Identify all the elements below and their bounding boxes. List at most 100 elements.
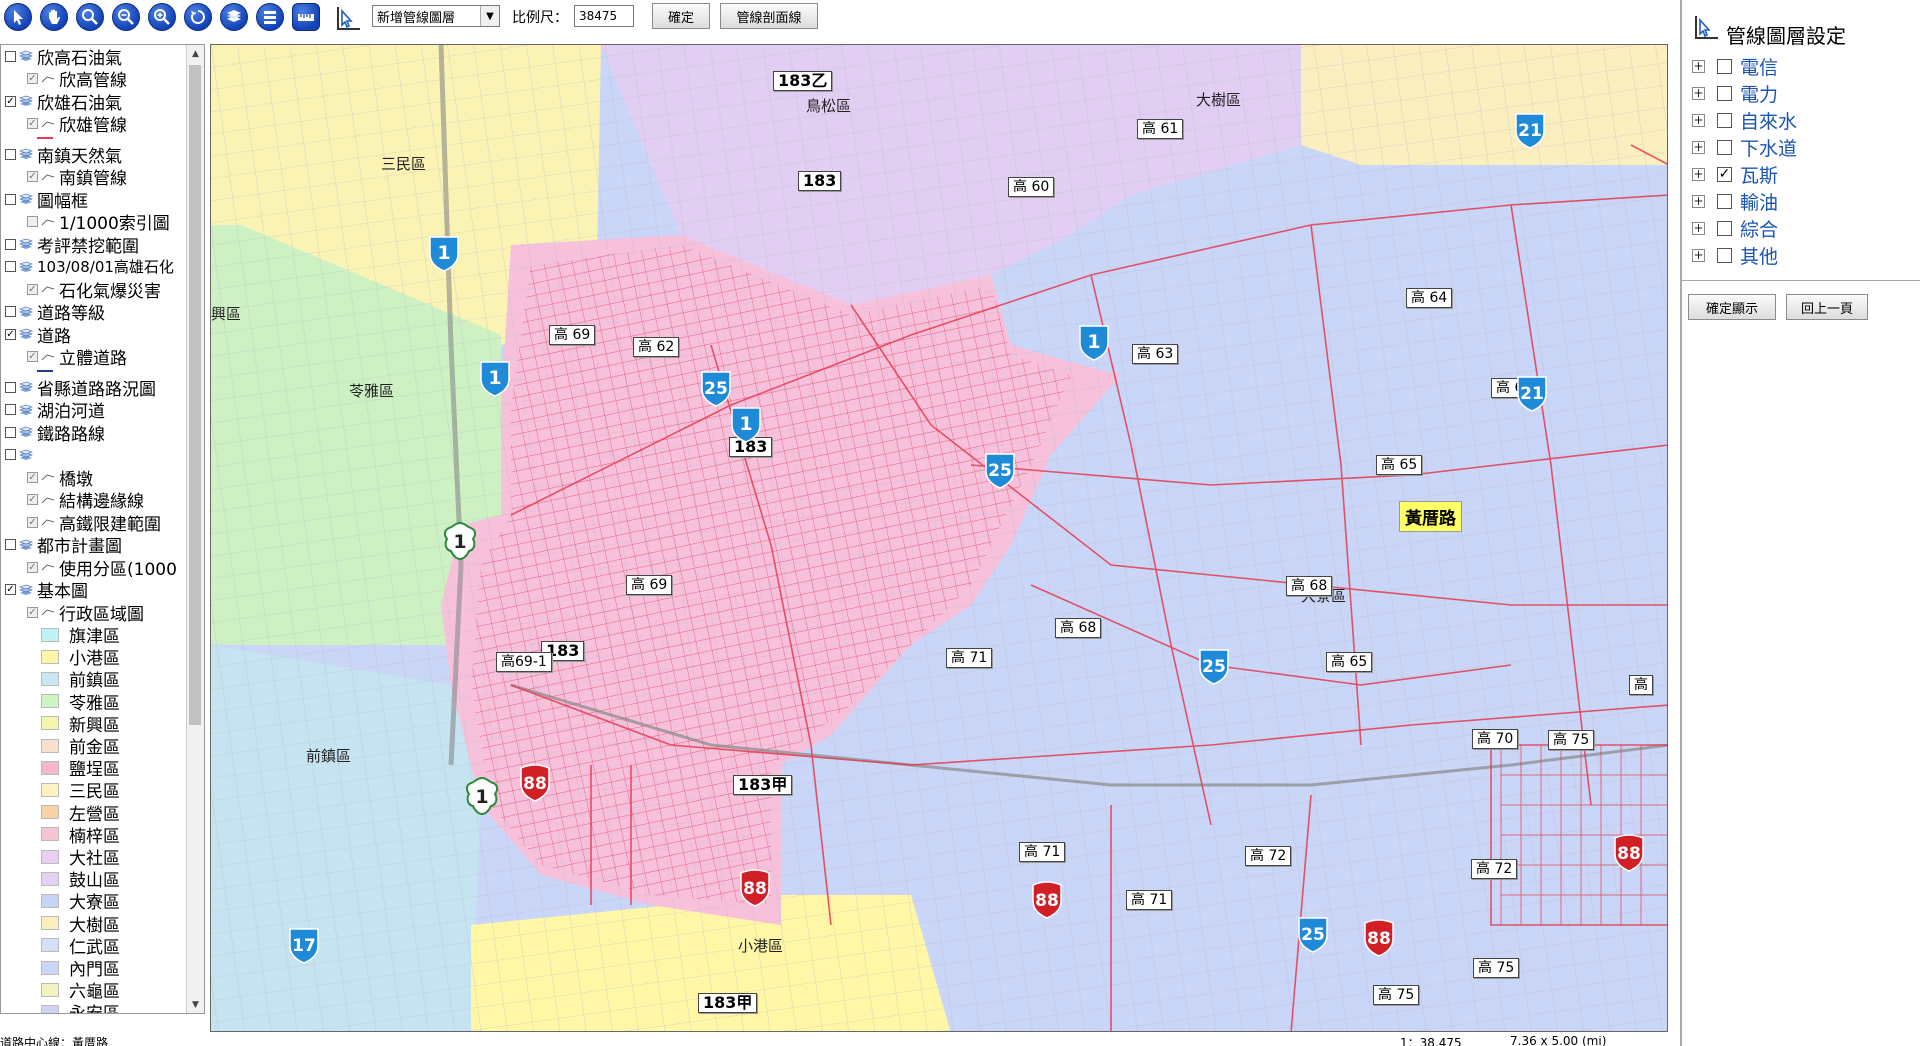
layer-checkbox[interactable]: [5, 449, 16, 460]
layer-tree-item[interactable]: 省縣道路路況圖: [5, 376, 156, 400]
layer-tree-item[interactable]: ✓ 高鐵限建範圍: [27, 511, 161, 535]
pipeline-type-item[interactable]: + 自來水: [1692, 107, 1797, 134]
layer-checkbox[interactable]: ✓: [27, 351, 38, 362]
layer-tree-item[interactable]: [5, 444, 37, 466]
map-view[interactable]: 鳥松區 大樹區 三民區 苓雅區 前鎮區 大寮區 小港區 興區 黃厝路 183乙 1…: [210, 44, 1668, 1032]
layer-checkbox[interactable]: ✓: [27, 471, 38, 483]
scroll-up-icon[interactable]: ▲: [187, 45, 204, 62]
layer-checkbox[interactable]: ✓: [27, 118, 38, 129]
layer-checkbox[interactable]: ✓: [5, 584, 16, 595]
layer-checkbox[interactable]: ✓: [27, 73, 38, 84]
zoom-box-icon[interactable]: [148, 3, 176, 31]
zoom-out-icon[interactable]: [112, 3, 140, 31]
expand-plus-icon[interactable]: +: [1692, 167, 1705, 181]
expand-plus-icon[interactable]: +: [1692, 59, 1705, 73]
pipeline-type-checkbox[interactable]: [1717, 220, 1732, 236]
pipeline-type-label[interactable]: 電力: [1740, 80, 1778, 107]
layer-checkbox[interactable]: ✓: [27, 516, 38, 528]
layer-tree-item[interactable]: ✓ 使用分區(1000: [27, 556, 177, 580]
layer-checkbox[interactable]: [27, 216, 38, 227]
pipeline-type-checkbox[interactable]: ✓: [1717, 166, 1732, 182]
layer-tree-item[interactable]: ✓ 立體道路: [27, 346, 127, 369]
layer-tree-item[interactable]: 103/08/01高雄石化: [5, 256, 174, 278]
layer-tree-item[interactable]: ✓ 欣高管線: [27, 68, 127, 91]
layer-checkbox[interactable]: ✓: [27, 561, 38, 573]
pipeline-type-checkbox[interactable]: [1717, 193, 1732, 209]
layer-checkbox[interactable]: [5, 238, 16, 250]
layer-checkbox[interactable]: ✓: [27, 606, 38, 618]
layer-checkbox[interactable]: [5, 193, 16, 205]
expand-plus-icon[interactable]: +: [1692, 113, 1705, 127]
layer-tree-item[interactable]: 湖泊河道: [5, 399, 105, 422]
scale-input[interactable]: [574, 5, 634, 27]
layer-tree-item[interactable]: ✓ 南鎮管線: [27, 166, 127, 189]
measure-icon[interactable]: [292, 3, 320, 31]
expand-plus-icon[interactable]: +: [1692, 194, 1705, 208]
pan-hand-icon[interactable]: [40, 3, 68, 31]
stack-icon[interactable]: [256, 3, 284, 31]
expand-plus-icon[interactable]: +: [1692, 248, 1705, 262]
layer-checkbox[interactable]: [5, 381, 16, 393]
pipeline-type-label[interactable]: 其他: [1740, 242, 1778, 269]
pipeline-type-checkbox[interactable]: [1717, 85, 1732, 101]
layer-tree-item[interactable]: ✓ 欣雄石油氣: [5, 90, 122, 114]
select-arrow-icon[interactable]: [4, 3, 32, 31]
scroll-down-icon[interactable]: ▼: [187, 996, 204, 1013]
layer-checkbox[interactable]: [5, 539, 16, 550]
expand-plus-icon[interactable]: +: [1692, 86, 1705, 100]
layer-tree-item[interactable]: 鐵路路線: [5, 421, 105, 445]
pipeline-type-item[interactable]: + 其他: [1692, 242, 1778, 269]
back-button[interactable]: 回上一頁: [1786, 294, 1868, 320]
chevron-down-icon[interactable]: ▼: [480, 6, 499, 26]
layer-tree-item[interactable]: ✓ 欣雄管線: [27, 113, 127, 136]
layer-tree-item[interactable]: ✓ 行政區域圖: [27, 601, 144, 625]
pipeline-type-item[interactable]: + 電力: [1692, 80, 1778, 107]
pipeline-type-label[interactable]: 輸油: [1740, 188, 1778, 215]
confirm-display-button[interactable]: 確定顯示: [1688, 294, 1776, 320]
pipeline-type-checkbox[interactable]: [1717, 247, 1732, 263]
layer-checkbox[interactable]: [5, 306, 16, 317]
expand-plus-icon[interactable]: +: [1692, 221, 1705, 235]
layer-tree-item[interactable]: ✓ 結構邊緣線: [27, 489, 144, 512]
pipeline-type-label[interactable]: 下水道: [1740, 134, 1797, 161]
pipeline-type-checkbox[interactable]: [1717, 58, 1732, 74]
layer-tree-item[interactable]: 欣高石油氣: [5, 45, 122, 69]
expand-plus-icon[interactable]: +: [1692, 140, 1705, 154]
layer-checkbox[interactable]: ✓: [5, 95, 16, 107]
layer-tree-item[interactable]: 南鎮天然氣: [5, 143, 122, 167]
layers-icon[interactable]: [220, 3, 248, 31]
layer-tree-item[interactable]: ✓ 道路: [5, 323, 71, 347]
pipe-layer-tool-icon[interactable]: [334, 3, 364, 33]
pipeline-type-label[interactable]: 自來水: [1740, 107, 1797, 134]
layer-checkbox[interactable]: [5, 404, 16, 415]
layer-tree-item[interactable]: 1/1000索引圖: [27, 211, 170, 234]
pipe-profile-button[interactable]: 管線剖面線: [720, 3, 818, 29]
pipeline-type-checkbox[interactable]: [1717, 112, 1732, 128]
refresh-icon[interactable]: [184, 3, 212, 31]
layer-checkbox[interactable]: [5, 426, 16, 438]
scale-confirm-button[interactable]: 確定: [652, 3, 710, 29]
layer-checkbox[interactable]: ✓: [27, 171, 38, 182]
pipeline-type-item[interactable]: + 下水道: [1692, 134, 1797, 161]
pipeline-type-label[interactable]: 電信: [1740, 53, 1778, 80]
pipeline-type-item[interactable]: + ✓ 瓦斯: [1692, 162, 1778, 187]
zoom-in-icon[interactable]: [76, 3, 104, 31]
scrollbar-thumb[interactable]: [189, 65, 201, 725]
layer-checkbox[interactable]: [5, 148, 16, 160]
pipeline-type-checkbox[interactable]: [1717, 139, 1732, 155]
layer-tree-item[interactable]: 都市計畫圖: [5, 534, 122, 557]
layer-tree-item[interactable]: 道路等級: [5, 301, 105, 324]
layer-checkbox[interactable]: ✓: [27, 494, 38, 505]
pipe-layer-select[interactable]: 新增管線圖層 ▼: [372, 5, 500, 27]
pipeline-type-item[interactable]: + 綜合: [1692, 215, 1778, 242]
pipeline-type-item[interactable]: + 電信: [1692, 53, 1778, 80]
layer-tree-item[interactable]: 考評禁挖範圍: [5, 233, 139, 257]
layer-checkbox[interactable]: ✓: [27, 283, 38, 295]
layer-tree-item[interactable]: 圖幅框: [5, 188, 88, 212]
layer-tree-item[interactable]: ✓ 石化氣爆災害: [27, 278, 161, 302]
layer-checkbox[interactable]: ✓: [5, 328, 16, 340]
layer-checkbox[interactable]: [5, 261, 16, 272]
layer-checkbox[interactable]: [5, 50, 16, 62]
pipeline-type-label[interactable]: 綜合: [1740, 215, 1778, 242]
layer-tree-scrollbar[interactable]: ▲ ▼: [186, 45, 204, 1013]
